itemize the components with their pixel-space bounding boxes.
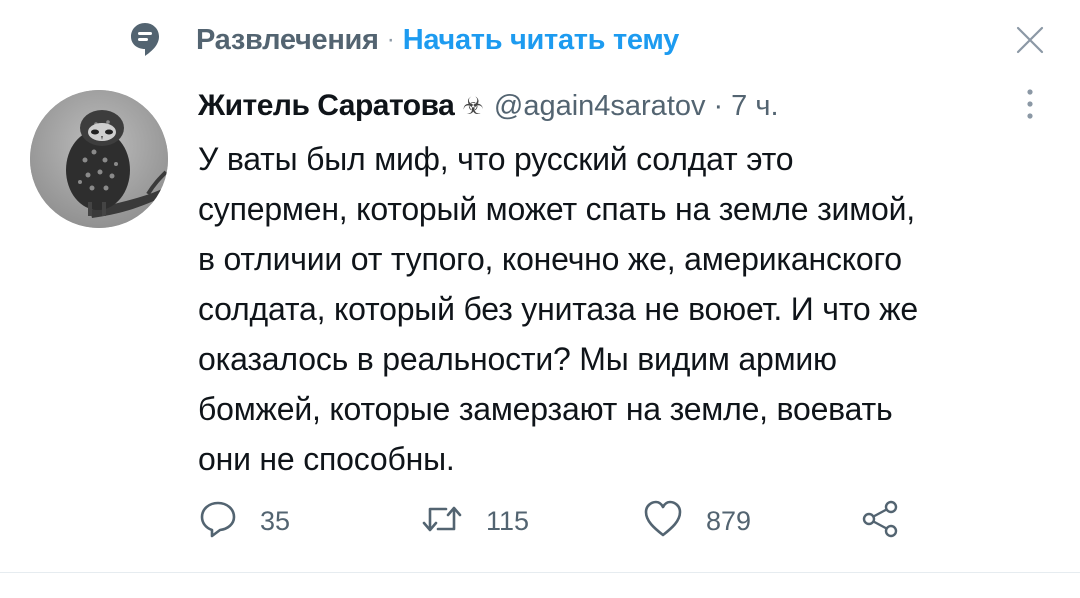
tweet-text: У ваты был миф, что русский солдат это с… [198, 141, 918, 477]
reply-icon [198, 499, 238, 544]
topic-row: Развлечения · Начать читать тему [130, 18, 679, 62]
retweet-button[interactable]: 115 [420, 496, 529, 546]
close-button[interactable] [1010, 22, 1050, 62]
divider [0, 572, 1080, 573]
more-button[interactable] [1010, 84, 1050, 128]
tweet-header: Житель Саратова ☣ @again4saratov · 7 ч. [198, 84, 779, 128]
header-separator: · [713, 89, 724, 122]
like-count: 879 [706, 505, 752, 536]
reply-button[interactable]: 35 [198, 496, 290, 546]
reply-count: 35 [260, 505, 291, 536]
share-button[interactable] [860, 496, 900, 546]
avatar[interactable] [30, 90, 168, 228]
retweet-icon [420, 499, 464, 544]
more-vertical-icon [1025, 86, 1035, 127]
follow-topic-link[interactable]: Начать читать тему [403, 24, 680, 57]
like-button[interactable]: 879 [642, 496, 751, 546]
heart-icon [642, 499, 684, 544]
share-icon [860, 499, 900, 544]
timestamp[interactable]: 7 ч. [731, 90, 778, 123]
biohazard-emoji: ☣ [462, 92, 484, 120]
retweet-count: 115 [486, 505, 530, 536]
display-name[interactable]: Житель Саратова [198, 89, 455, 123]
topic-name[interactable]: Развлечения [196, 24, 379, 57]
action-bar: 35 115 879 [198, 496, 1058, 546]
topic-separator: · [386, 26, 395, 53]
user-handle[interactable]: @again4saratov [494, 90, 706, 123]
topic-icon [130, 22, 160, 58]
close-icon [1015, 25, 1045, 60]
